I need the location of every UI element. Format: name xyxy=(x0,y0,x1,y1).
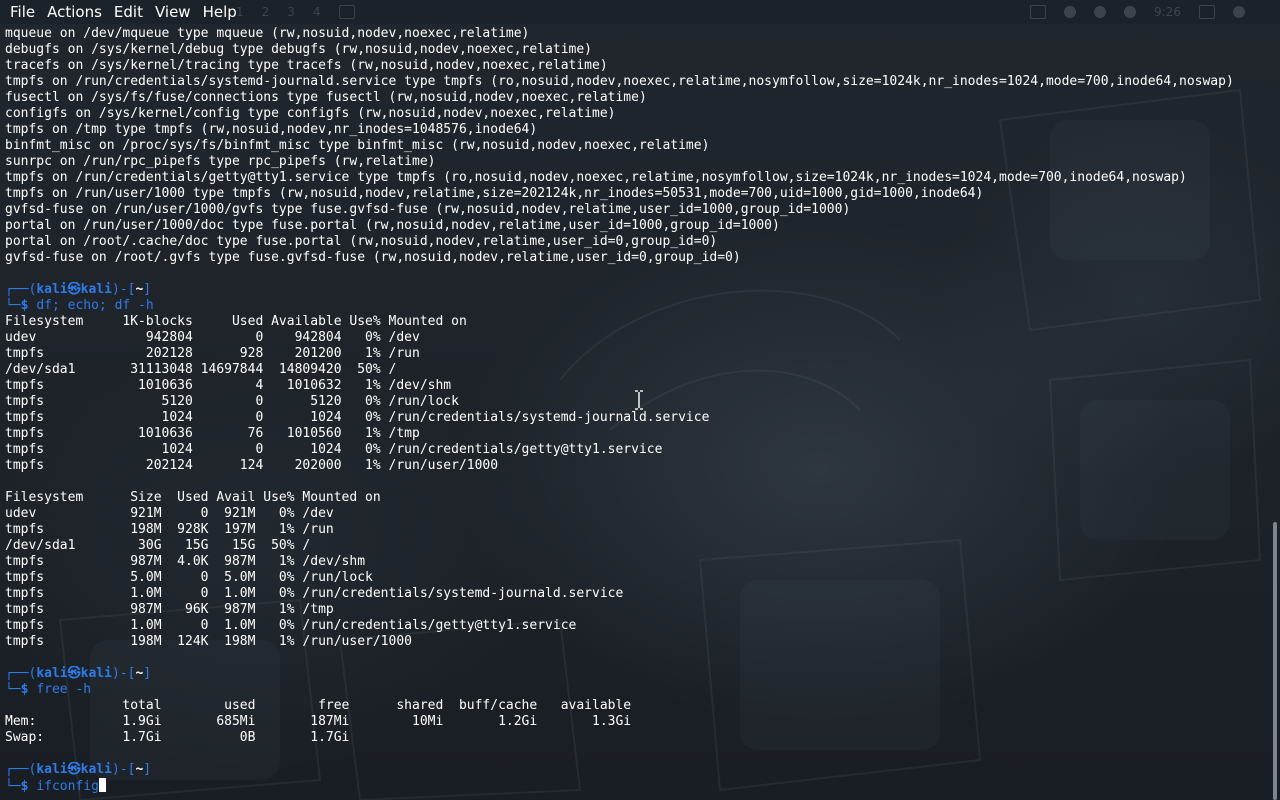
menu-edit[interactable]: Edit xyxy=(108,1,149,23)
lock-icon[interactable] xyxy=(1198,5,1215,19)
prompt-host: kali xyxy=(80,666,112,681)
free-row-swap: Swap: 1.7Gi 0B 1.7Gi xyxy=(5,730,350,745)
prompt-bracket-end: ] xyxy=(143,666,152,681)
power-manager-icon[interactable] xyxy=(1124,6,1136,18)
prompt-at-symbol: ㉿ xyxy=(67,666,81,681)
command-text: free -h xyxy=(36,682,92,697)
menu-view[interactable]: View xyxy=(149,1,197,23)
mount-line: tmpfs on /run/user/1000 type tmpfs (rw,n… xyxy=(5,186,984,201)
volume-icon[interactable] xyxy=(1064,6,1076,18)
command-text: df; echo; df -h xyxy=(36,298,154,313)
workspace-2[interactable]: 2 xyxy=(262,5,270,19)
prompt-separator: )-[ xyxy=(111,762,136,777)
prompt-header: ┌──(kali㉿kali)-[~] xyxy=(5,762,1268,778)
df-row: tmpfs 1024 0 1024 0% /run/credentials/ge… xyxy=(5,442,663,457)
dfh-row: tmpfs 1.0M 0 1.0M 0% /run/credentials/ge… xyxy=(5,618,577,633)
prompt-user: kali xyxy=(36,762,68,777)
dfh-row: tmpfs 987M 96K 987M 1% /tmp xyxy=(5,602,334,617)
df-row: tmpfs 202124 124 202000 1% /run/user/100… xyxy=(5,458,499,473)
dfh-row: tmpfs 1.0M 0 1.0M 0% /run/credentials/sy… xyxy=(5,586,624,601)
mount-line: debugfs on /sys/kernel/debug type debugf… xyxy=(5,42,592,57)
dfh-row: udev 921M 0 921M 0% /dev xyxy=(5,506,334,521)
prompt-command-line: └─$ df; echo; df -h xyxy=(5,298,1268,314)
prompt-frame: ┌──( xyxy=(5,666,37,681)
prompt-frame: └─ xyxy=(5,682,21,697)
df-row: /dev/sda1 31113048 14697844 14809420 50%… xyxy=(5,362,397,377)
mount-line: binfmt_misc on /proc/sys/fs/binfmt_misc … xyxy=(5,138,710,153)
system-tray: 9:26 xyxy=(1030,4,1245,20)
dfh-row: tmpfs 198M 124K 198M 1% /run/user/1000 xyxy=(5,634,412,649)
dfh-row: tmpfs 5.0M 0 5.0M 0% /run/lock xyxy=(5,570,373,585)
mount-line: mqueue on /dev/mqueue type mqueue (rw,no… xyxy=(5,26,530,41)
df-row: tmpfs 1024 0 1024 0% /run/credentials/sy… xyxy=(5,410,710,425)
workspace-1[interactable]: 1 xyxy=(236,5,244,19)
prompt-command-line-active[interactable]: └─$ ifconfig xyxy=(5,778,1268,794)
free-header: total used free shared buff/cache availa… xyxy=(5,698,632,713)
prompt-frame: ┌──( xyxy=(5,762,37,777)
prompt-dollar: $ xyxy=(20,779,29,794)
prompt-host: kali xyxy=(80,762,112,777)
prompt-header: ┌──(kali㉿kali)-[~] xyxy=(5,666,1268,682)
workspace-switcher: 1 2 3 4 xyxy=(236,4,355,20)
notification-bell-icon[interactable] xyxy=(1094,6,1106,18)
prompt-bracket-end: ] xyxy=(143,282,152,297)
prompt-frame: ┌──( xyxy=(5,282,37,297)
df-row: tmpfs 202128 928 201200 1% /run xyxy=(5,346,420,361)
mount-line: tracefs on /sys/kernel/tracing type trac… xyxy=(5,58,608,73)
menu-actions[interactable]: Actions xyxy=(41,1,108,23)
prompt-host: kali xyxy=(80,282,112,297)
mount-line: tmpfs on /tmp type tmpfs (rw,nosuid,node… xyxy=(5,122,538,137)
ibeam-mouse-cursor-icon xyxy=(635,390,643,410)
prompt-separator: )-[ xyxy=(111,282,136,297)
workspace-4[interactable]: 4 xyxy=(313,5,321,19)
dfh-row: tmpfs 987M 4.0K 987M 1% /dev/shm xyxy=(5,554,366,569)
prompt-dollar: $ xyxy=(20,682,29,697)
prompt-header: ┌──(kali㉿kali)-[~] xyxy=(5,282,1268,298)
mount-line: tmpfs on /run/credentials/systemd-journa… xyxy=(5,74,1234,89)
mount-line: gvfsd-fuse on /run/user/1000/gvfs type f… xyxy=(5,202,851,217)
scrollbar-thumb[interactable] xyxy=(1273,522,1277,800)
workspace-3[interactable]: 3 xyxy=(287,5,295,19)
prompt-user: kali xyxy=(36,282,68,297)
prompt-frame: └─ xyxy=(5,779,21,794)
mount-line: sunrpc on /run/rpc_pipefs type rpc_pipef… xyxy=(5,154,436,169)
menu: File Actions Edit View Help xyxy=(0,0,243,24)
terminal-output[interactable]: mqueue on /dev/mqueue type mqueue (rw,no… xyxy=(0,26,1268,800)
menu-file[interactable]: File xyxy=(4,1,41,23)
prompt-user: kali xyxy=(36,666,68,681)
prompt-bracket-end: ] xyxy=(143,762,152,777)
mount-line: configfs on /sys/kernel/config type conf… xyxy=(5,106,616,121)
dfh-header: Filesystem Size Used Avail Use% Mounted … xyxy=(5,490,381,505)
mount-line: portal on /run/user/1000/doc type fuse.p… xyxy=(5,218,780,233)
logout-icon[interactable] xyxy=(1232,6,1245,18)
prompt-separator: )-[ xyxy=(111,666,136,681)
df-header: Filesystem 1K-blocks Used Available Use%… xyxy=(5,314,467,329)
prompt-frame: └─ xyxy=(5,298,21,313)
dfh-row: /dev/sda1 30G 15G 15G 50% / xyxy=(5,538,311,553)
prompt-command-line: └─$ free -h xyxy=(5,682,1268,698)
terminal-menubar: File Actions Edit View Help 1 2 3 4 9:26 xyxy=(0,0,1280,24)
free-row-mem: Mem: 1.9Gi 685Mi 187Mi 10Mi 1.2Gi 1.3Gi xyxy=(5,714,632,729)
display-icon[interactable] xyxy=(1030,5,1046,19)
prompt-at-symbol: ㉿ xyxy=(67,282,81,297)
command-input-text[interactable]: ifconfig xyxy=(36,779,99,794)
prompt-at-symbol: ㉿ xyxy=(67,762,81,777)
terminal-taskbar-icon[interactable] xyxy=(338,5,355,19)
mount-line: fusectl on /sys/fs/fuse/connections type… xyxy=(5,90,647,105)
dfh-row: tmpfs 198M 928K 197M 1% /run xyxy=(5,522,334,537)
text-cursor xyxy=(98,778,106,792)
mount-line: gvfsd-fuse on /root/.gvfs type fuse.gvfs… xyxy=(5,250,741,265)
terminal-scrollbar[interactable] xyxy=(1270,26,1280,800)
df-row: udev 942804 0 942804 0% /dev xyxy=(5,330,420,345)
clock[interactable]: 9:26 xyxy=(1154,5,1181,19)
mount-line: portal on /root/.cache/doc type fuse.por… xyxy=(5,234,718,249)
mount-line: tmpfs on /run/credentials/getty@tty1.ser… xyxy=(5,170,1187,185)
prompt-dollar: $ xyxy=(20,298,29,313)
df-row: tmpfs 1010636 76 1010560 1% /tmp xyxy=(5,426,420,441)
